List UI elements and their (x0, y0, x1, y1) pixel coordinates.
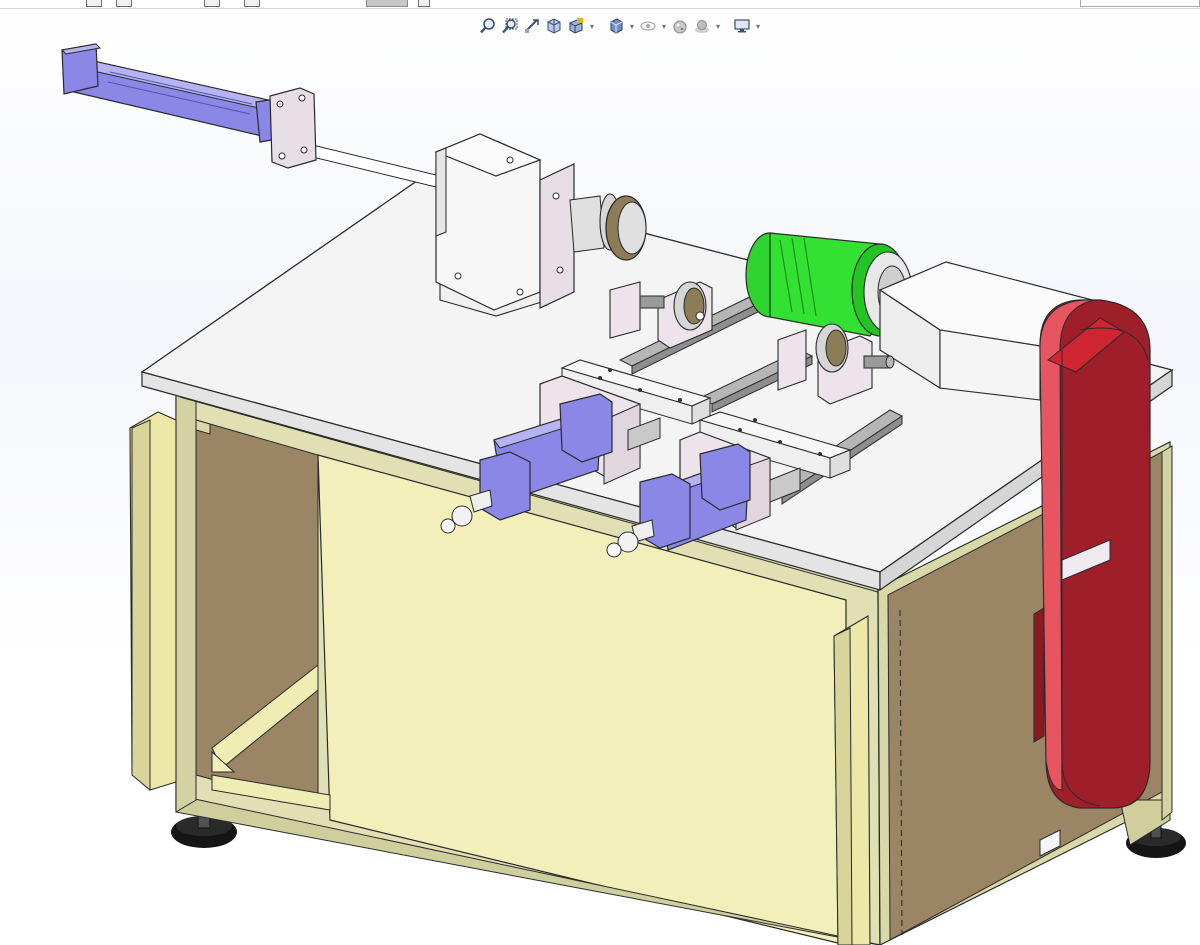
graphics-area[interactable]: ▾ ▾ ▾ ▾ ▾ (0, 0, 1200, 945)
3d-model-viewport[interactable] (0, 0, 1200, 945)
pneumatic-cylinder-long (60, 43, 441, 189)
tailstock-housing (434, 133, 575, 317)
